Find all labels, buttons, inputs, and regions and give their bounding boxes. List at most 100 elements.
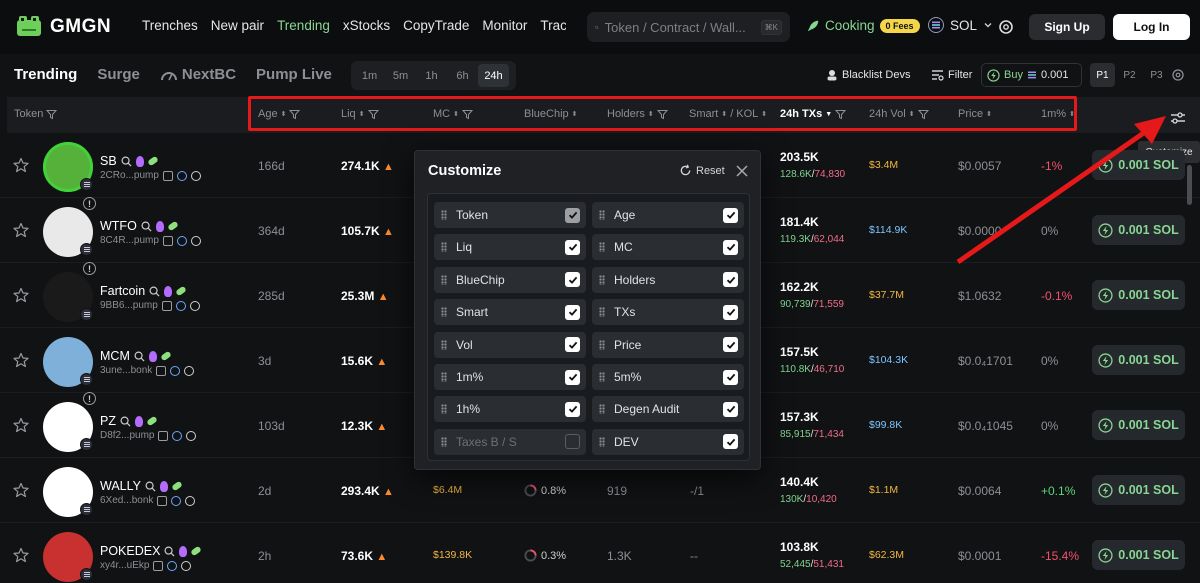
- table-scrollbar[interactable]: [1187, 165, 1192, 205]
- column-option[interactable]: BlueChip: [434, 266, 586, 293]
- community-icon[interactable]: [175, 300, 186, 311]
- column-option[interactable]: Liq: [434, 234, 586, 261]
- column-checkbox[interactable]: [723, 239, 738, 255]
- drag-handle-icon[interactable]: [441, 404, 447, 415]
- community-icon[interactable]: [170, 365, 181, 376]
- quick-buy-button[interactable]: 0.001 SOL: [1092, 345, 1185, 375]
- column-checkbox[interactable]: [723, 434, 738, 450]
- column-option[interactable]: Degen Audit: [592, 396, 744, 423]
- drag-handle-icon[interactable]: [599, 372, 605, 382]
- community-icon[interactable]: [171, 495, 182, 506]
- column-option[interactable]: Smart: [434, 299, 586, 326]
- community-icon[interactable]: [176, 170, 187, 181]
- drag-handle-icon[interactable]: [441, 436, 447, 447]
- favorite-star-icon[interactable]: [13, 157, 29, 173]
- copy-icon[interactable]: [162, 170, 173, 181]
- nav-new-pair[interactable]: New pair: [211, 18, 264, 33]
- time-1m[interactable]: 1m: [354, 64, 385, 87]
- column-option[interactable]: Vol: [434, 331, 586, 358]
- column-checkbox[interactable]: [565, 272, 580, 288]
- close-icon[interactable]: [736, 165, 748, 177]
- drag-handle-icon[interactable]: [599, 404, 605, 415]
- token-name[interactable]: WTFO: [100, 219, 179, 233]
- website-icon[interactable]: [181, 560, 192, 571]
- nav-monitor[interactable]: Monitor: [482, 18, 527, 33]
- copy-icon[interactable]: [158, 430, 169, 441]
- col-token[interactable]: Token: [14, 108, 58, 120]
- drag-handle-icon[interactable]: [599, 274, 605, 285]
- website-icon[interactable]: [189, 300, 200, 311]
- column-checkbox[interactable]: [723, 337, 738, 353]
- favorite-star-icon[interactable]: [13, 352, 29, 368]
- drag-handle-icon[interactable]: [441, 339, 447, 350]
- column-checkbox[interactable]: [723, 207, 738, 223]
- quick-buy-amount[interactable]: Buy 0.001: [981, 63, 1082, 87]
- time-6h[interactable]: 6h: [447, 64, 478, 87]
- search-box[interactable]: ⌘K: [587, 12, 790, 42]
- column-checkbox[interactable]: [565, 401, 580, 417]
- column-checkbox[interactable]: [565, 239, 580, 255]
- search-token-icon[interactable]: [141, 221, 152, 232]
- nav-copytrade[interactable]: CopyTrade: [403, 18, 469, 33]
- time-5m[interactable]: 5m: [385, 64, 416, 87]
- column-option[interactable]: DEV: [592, 428, 744, 455]
- token-name[interactable]: SB: [100, 154, 159, 168]
- column-option[interactable]: 1m%: [434, 364, 586, 390]
- column-option[interactable]: Taxes B / S: [434, 428, 586, 455]
- drag-handle-icon[interactable]: [441, 307, 447, 318]
- drag-handle-icon[interactable]: [441, 210, 447, 220]
- column-checkbox[interactable]: [723, 272, 738, 288]
- column-checkbox[interactable]: [565, 337, 580, 353]
- column-checkbox[interactable]: [723, 304, 738, 320]
- search-token-icon[interactable]: [121, 156, 132, 167]
- blacklist-devs-button[interactable]: Blacklist Devs: [826, 69, 910, 81]
- cooking-button[interactable]: Cooking 0 Fees: [806, 18, 920, 33]
- website-icon[interactable]: [184, 365, 195, 376]
- copy-icon[interactable]: [157, 495, 168, 506]
- tab-surge[interactable]: Surge: [97, 66, 140, 83]
- column-checkbox[interactable]: [565, 304, 580, 320]
- favorite-star-icon[interactable]: [13, 482, 29, 498]
- favorite-star-icon[interactable]: [13, 287, 29, 303]
- filter-button[interactable]: Filter: [931, 69, 972, 81]
- token-name[interactable]: MCM: [100, 349, 172, 363]
- tab-trending[interactable]: Trending: [14, 66, 77, 83]
- token-name[interactable]: PZ: [100, 414, 158, 428]
- drag-handle-icon[interactable]: [599, 307, 605, 318]
- settings-gear-icon[interactable]: [998, 19, 1014, 35]
- table-row[interactable]: POKEDEX xy4r...uEkp 2h 73.6K ▲ $139.8K 0…: [0, 523, 1200, 583]
- column-option[interactable]: Price: [592, 331, 744, 358]
- nav-xstocks[interactable]: xStocks: [343, 18, 390, 33]
- drag-handle-icon[interactable]: [599, 339, 605, 350]
- column-option[interactable]: TXs: [592, 299, 744, 326]
- time-24h[interactable]: 24h: [478, 64, 509, 87]
- search-token-icon[interactable]: [164, 546, 175, 557]
- search-token-icon[interactable]: [149, 286, 160, 297]
- login-button[interactable]: Log In: [1113, 14, 1190, 40]
- drag-handle-icon[interactable]: [599, 210, 605, 220]
- chain-selector[interactable]: SOL: [928, 17, 993, 33]
- column-option[interactable]: Token: [434, 202, 586, 228]
- copy-icon[interactable]: [153, 560, 164, 571]
- community-icon[interactable]: [172, 430, 183, 441]
- search-input[interactable]: [604, 19, 755, 35]
- column-checkbox[interactable]: [723, 401, 738, 417]
- website-icon[interactable]: [185, 495, 196, 506]
- column-option[interactable]: 5m%: [592, 364, 744, 390]
- time-1h[interactable]: 1h: [416, 64, 447, 87]
- quick-buy-button[interactable]: 0.001 SOL: [1092, 475, 1185, 505]
- preset-p3[interactable]: P3: [1144, 63, 1169, 87]
- token-name[interactable]: WALLY: [100, 479, 183, 493]
- signup-button[interactable]: Sign Up: [1029, 14, 1105, 40]
- nav-trending[interactable]: Trending: [277, 18, 330, 33]
- favorite-star-icon[interactable]: [13, 417, 29, 433]
- drag-handle-icon[interactable]: [441, 372, 447, 382]
- token-name[interactable]: POKEDEX: [100, 544, 203, 558]
- quick-buy-button[interactable]: 0.001 SOL: [1092, 540, 1185, 570]
- quick-buy-button[interactable]: 0.001 SOL: [1092, 215, 1185, 245]
- copy-icon[interactable]: [156, 365, 167, 376]
- drag-handle-icon[interactable]: [441, 274, 447, 285]
- tab-nextbc[interactable]: NextBC: [160, 66, 236, 83]
- search-token-icon[interactable]: [134, 351, 145, 362]
- drag-handle-icon[interactable]: [599, 436, 605, 447]
